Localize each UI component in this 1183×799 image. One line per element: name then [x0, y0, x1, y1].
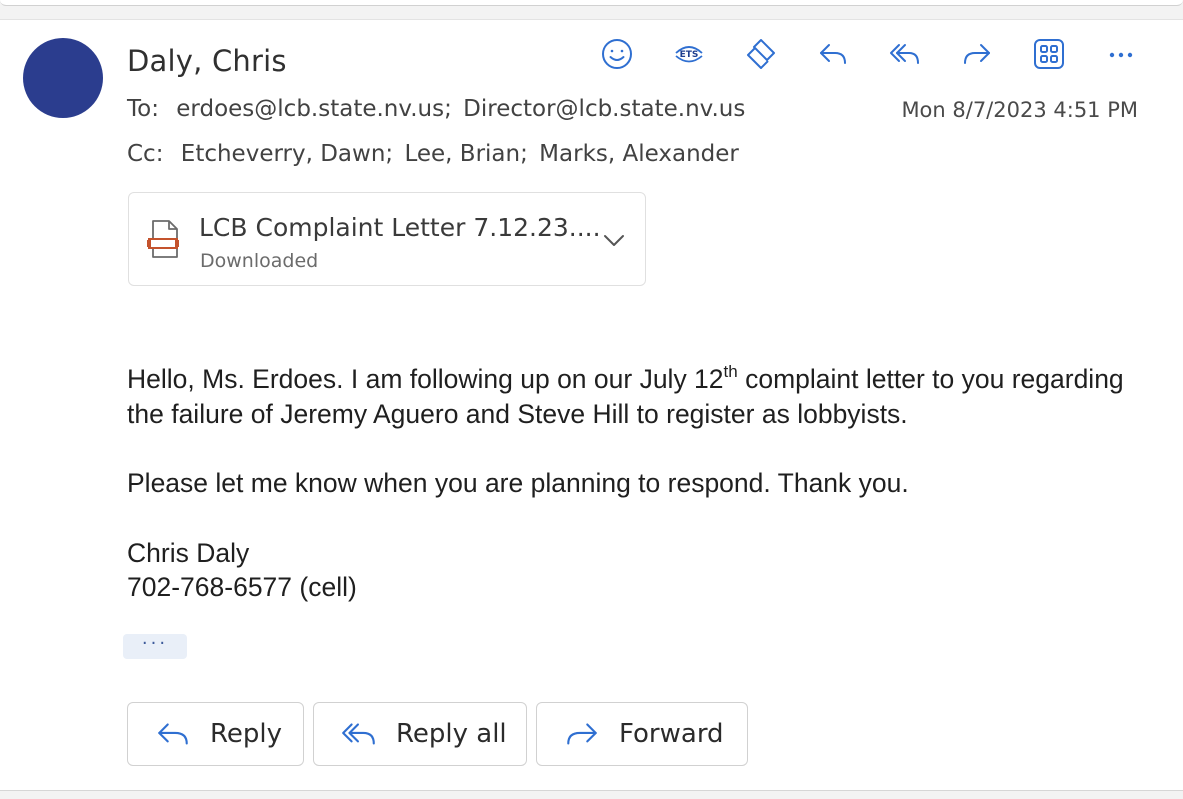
reply-label: Reply [210, 719, 283, 749]
toolbar-reply-button[interactable] [813, 34, 853, 74]
avatar[interactable] [23, 38, 103, 118]
attachment-card[interactable]: LCB Complaint Letter 7.12.23.... Downloa… [128, 192, 646, 286]
reply-icon [820, 44, 846, 64]
apps-icon [1034, 39, 1064, 69]
message-body: Hello, Ms. Erdoes. I am following up on … [127, 362, 1157, 605]
pdf-file-icon [147, 220, 179, 258]
cc-label: Cc: [127, 141, 164, 167]
cc-lee[interactable]: Lee, Brian; [404, 141, 527, 167]
signature-name: Chris Daly [127, 537, 250, 568]
ets-icon: ETS [675, 46, 703, 63]
reply-all-icon [342, 723, 375, 745]
more-actions-button[interactable] [1101, 34, 1141, 74]
emoji-button[interactable] [597, 34, 637, 74]
forward-icon [567, 723, 597, 745]
apps-button[interactable] [1029, 34, 1069, 74]
attachment-name[interactable]: LCB Complaint Letter 7.12.23.... [199, 213, 601, 242]
more-icon [1109, 52, 1133, 58]
attachment-status: Downloaded [200, 250, 319, 272]
toolbar-reply-all-button[interactable] [885, 34, 925, 74]
signature-phone: 702-768-6577 (cell) [127, 572, 357, 602]
reply-all-icon [890, 44, 919, 64]
body-paragraph-2: Please let me know when you are planning… [127, 468, 909, 498]
toolbar-forward-button[interactable] [957, 34, 997, 74]
show-trimmed-content-button[interactable]: ··· [123, 634, 187, 659]
reply-all-label: Reply all [396, 719, 507, 749]
forward-label: Forward [619, 719, 724, 749]
to-label: To: [127, 96, 159, 122]
cc-marks[interactable]: Marks, Alexander [539, 141, 739, 167]
body-paragraph-1: Hello, Ms. Erdoes. I am following up on … [127, 362, 1124, 429]
cc-recipients: Cc: Etcheverry, Dawn; Lee, Brian; Marks,… [127, 141, 743, 167]
reply-icon [158, 723, 188, 745]
svg-text:ETS: ETS [680, 50, 699, 60]
timestamp: Mon 8/7/2023 4:51 PM [901, 98, 1138, 122]
emoji-icon [602, 39, 632, 69]
ets-button[interactable]: ETS [669, 34, 709, 74]
recipient-director[interactable]: Director@lcb.state.nv.us [463, 96, 745, 122]
reply-all-button[interactable]: Reply all [313, 702, 527, 766]
cc-etcheverry[interactable]: Etcheverry, Dawn; [181, 141, 393, 167]
forward-button[interactable]: Forward [536, 702, 748, 766]
viva-insights-icon [747, 39, 775, 69]
reply-button[interactable]: Reply [127, 702, 304, 766]
to-recipients: To: erdoes@lcb.state.nv.us; Director@lcb… [127, 96, 749, 122]
recipient-erdoes[interactable]: erdoes@lcb.state.nv.us; [176, 96, 452, 122]
previous-message-edge [0, 0, 1183, 6]
sender-name[interactable]: Daly, Chris [127, 44, 287, 78]
forward-icon [964, 44, 990, 64]
viva-insights-button[interactable] [741, 34, 781, 74]
chevron-down-icon[interactable] [599, 225, 629, 255]
